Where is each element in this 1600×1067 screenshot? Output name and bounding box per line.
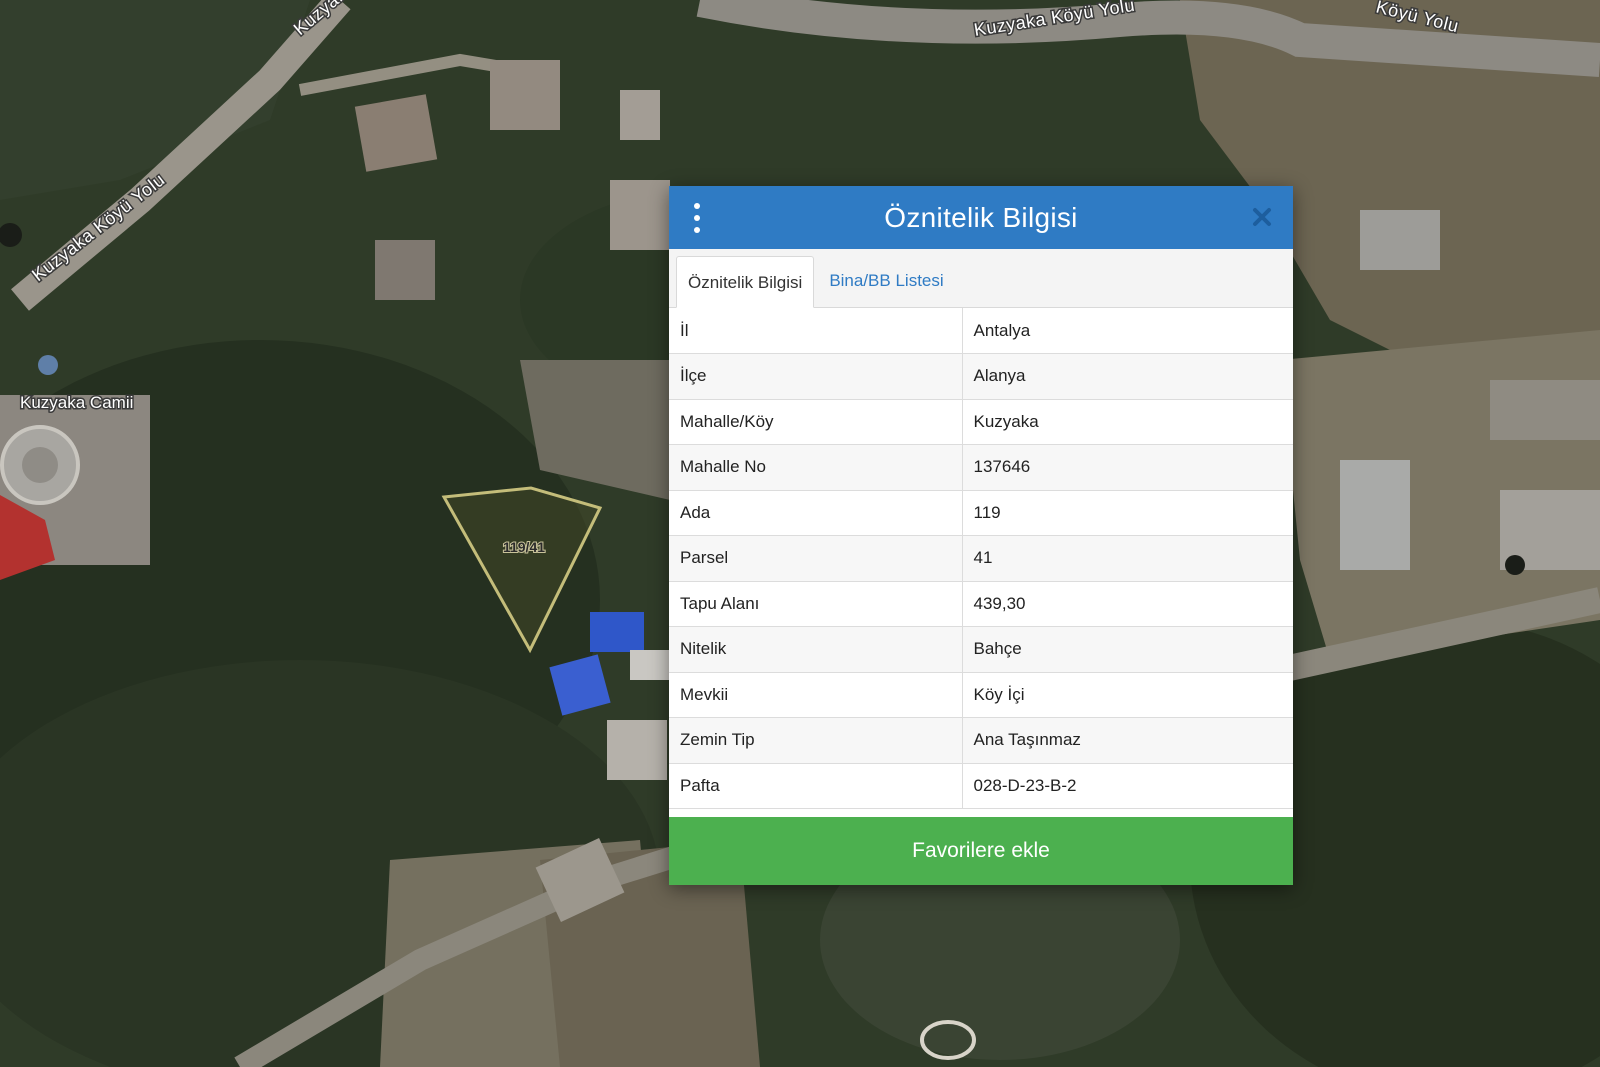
attribute-value: 028-D-23-B-2 xyxy=(962,763,1293,809)
table-row: Nitelik Bahçe xyxy=(669,626,1293,673)
attribute-key: Ada xyxy=(669,490,963,536)
attribute-value: Köy İçi xyxy=(962,672,1293,718)
attribute-value: Ana Taşınmaz xyxy=(962,717,1293,764)
attribute-table: İl Antalya İlçe Alanya Mahalle/Köy Kuzyaka Mah… xyxy=(669,308,1293,809)
attribute-key: İlçe xyxy=(669,353,963,400)
dialog-title: Öznitelik Bilgisi xyxy=(884,201,1078,233)
attribute-value: Antalya xyxy=(962,308,1293,354)
place-label-mosque: Kuzyaka Camii xyxy=(20,393,133,412)
attribute-key: Parsel xyxy=(669,535,963,582)
table-row: Mahalle/Köy Kuzyaka xyxy=(669,399,1293,445)
attribute-key: Mevkii xyxy=(669,672,963,718)
table-row: Mevkii Köy İçi xyxy=(669,672,1293,718)
table-row: İlçe Alanya xyxy=(669,353,1293,400)
table-row: Mahalle No 137646 xyxy=(669,444,1293,491)
attribute-key: Mahalle/Köy xyxy=(669,399,963,445)
vertical-ellipsis-icon[interactable] xyxy=(690,203,704,233)
attribute-key: Nitelik xyxy=(669,626,963,673)
tab-bina-bb-listesi[interactable]: Bina/BB Listesi xyxy=(818,255,954,307)
table-row: Parsel 41 xyxy=(669,535,1293,582)
close-icon[interactable] xyxy=(1247,202,1277,232)
add-favorites-button[interactable]: Favorilere ekle xyxy=(669,817,1293,885)
attribute-value: 119 xyxy=(962,490,1293,536)
attribute-value: 439,30 xyxy=(962,581,1293,627)
table-row: Tapu Alanı 439,30 xyxy=(669,581,1293,627)
attribute-key: Zemin Tip xyxy=(669,717,963,764)
attribute-value: Bahçe xyxy=(962,626,1293,673)
parcel-label: 119/41 xyxy=(503,539,545,555)
table-row: Pafta 028-D-23-B-2 xyxy=(669,763,1293,809)
attribute-key: Pafta xyxy=(669,763,963,809)
table-row: Ada 119 xyxy=(669,490,1293,536)
attribute-value: Kuzyaka xyxy=(962,399,1293,445)
dialog-header: Öznitelik Bilgisi xyxy=(669,186,1293,249)
table-row: İl Antalya xyxy=(669,308,1293,354)
tab-bar: Öznitelik Bilgisi Bina/BB Listesi xyxy=(669,249,1293,308)
table-row: Zemin Tip Ana Taşınmaz xyxy=(669,717,1293,764)
tab-oznitelik-bilgisi[interactable]: Öznitelik Bilgisi xyxy=(676,256,815,308)
attribute-value: Alanya xyxy=(962,353,1293,400)
attribute-key: Tapu Alanı xyxy=(669,581,963,627)
attribute-value: 137646 xyxy=(962,444,1293,491)
attribute-dialog: Öznitelik Bilgisi Öznitelik Bilgisi Bina… xyxy=(669,186,1293,885)
attribute-value: 41 xyxy=(962,535,1293,582)
attribute-key: İl xyxy=(669,308,963,354)
attribute-key: Mahalle No xyxy=(669,444,963,491)
